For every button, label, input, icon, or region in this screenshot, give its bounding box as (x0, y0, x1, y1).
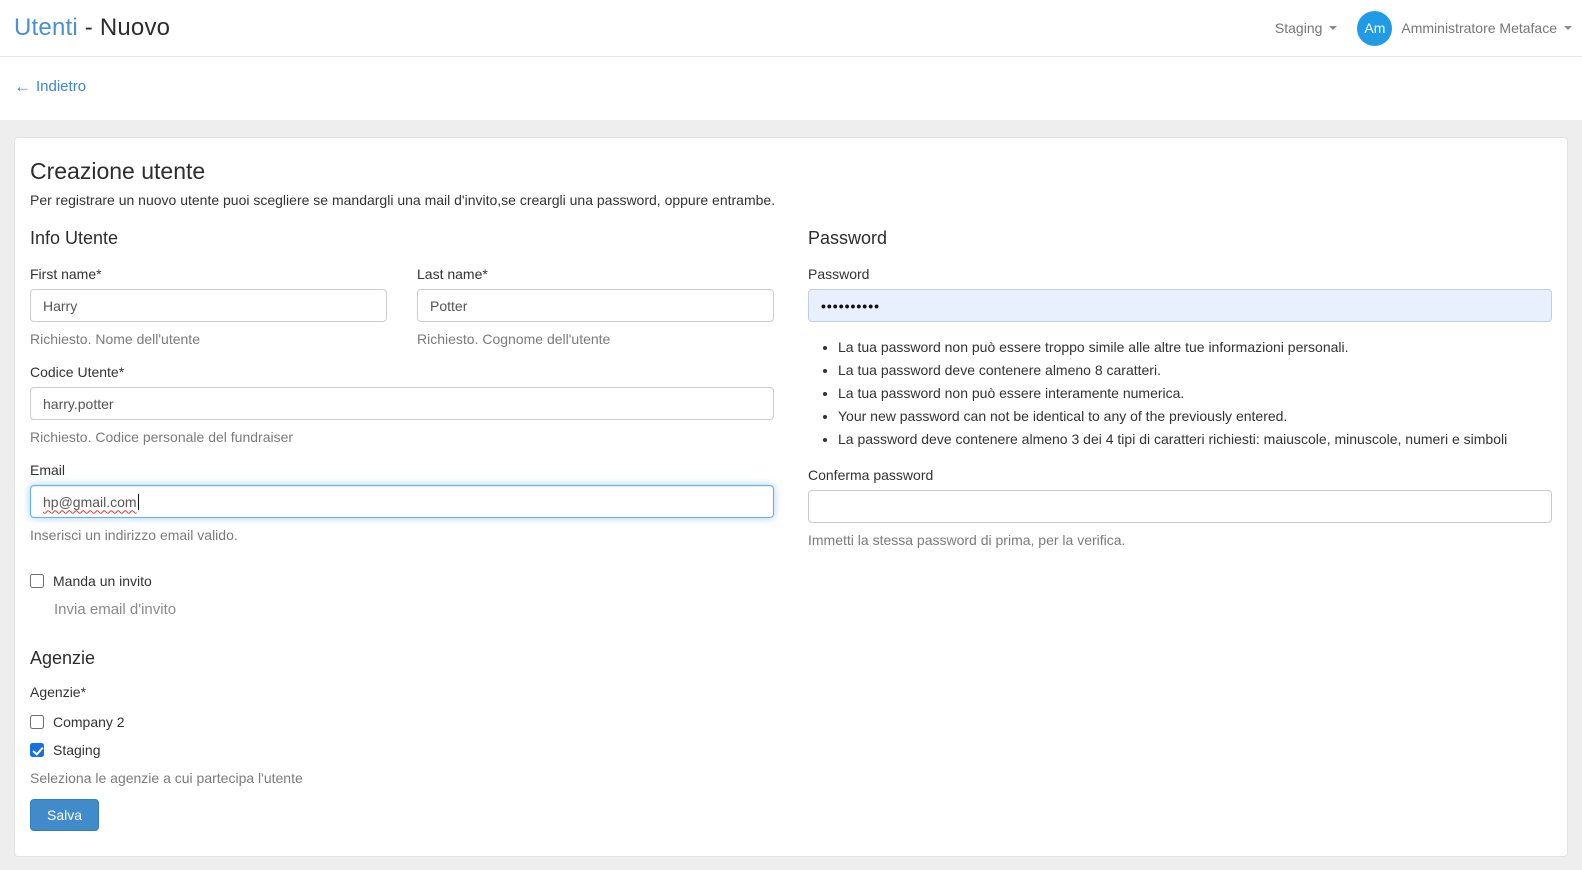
user-name-label: Amministratore Metaface (1401, 20, 1557, 36)
back-link-label: Indietro (36, 78, 86, 95)
page-title-suffix: - Nuovo (78, 14, 170, 41)
page-title: Utenti - Nuovo (14, 16, 170, 40)
agency-checkbox-label-company2: Company 2 (53, 714, 125, 730)
first-name-field[interactable] (30, 289, 387, 322)
agency-checkbox-company2[interactable] (30, 715, 44, 729)
user-code-help: Richiesto. Codice personale del fundrais… (30, 429, 774, 445)
user-code-field[interactable] (30, 387, 774, 420)
first-name-label: First name* (30, 266, 387, 282)
password-rule: La password deve contenere almeno 3 dei … (838, 431, 1552, 447)
agency-dropdown[interactable]: Staging (1275, 20, 1337, 36)
password-rule: Your new password can not be identical t… (838, 408, 1552, 424)
invite-help: Invia email d'invito (54, 601, 774, 618)
back-link[interactable]: ← Indietro (14, 78, 86, 95)
agencies-label: Agenzie* (30, 684, 774, 700)
back-arrow-icon: ← (14, 78, 31, 95)
password-label: Password (808, 266, 1552, 282)
agency-checkbox-row-staging[interactable]: Staging (30, 742, 774, 758)
name-row: First name* Richiesto. Nome dell'utente … (30, 266, 774, 364)
first-name-help: Richiesto. Nome dell'utente (30, 331, 387, 347)
back-bar: ← Indietro (0, 57, 1582, 120)
info-column: Info Utente First name* Richiesto. Nome … (30, 228, 774, 831)
email-field[interactable]: hp@gmail.com (30, 485, 774, 518)
confirm-password-help: Immetti la stessa password di prima, per… (808, 532, 1552, 548)
top-bar: Utenti - Nuovo Staging Am Amministratore… (0, 0, 1582, 57)
user-dropdown-label: Amministratore Metaface (1401, 20, 1572, 36)
card-title: Creazione utente (30, 158, 1552, 185)
confirm-password-field[interactable] (808, 490, 1552, 523)
invite-checkbox-row[interactable]: Manda un invito (30, 573, 774, 589)
email-help: Inserisci un indirizzo email valido. (30, 527, 774, 543)
password-rule: La tua password non può essere troppo si… (838, 339, 1552, 355)
invite-checkbox[interactable] (30, 574, 44, 588)
password-column: Password Password La tua password non pu… (808, 228, 1552, 831)
email-group: Email hp@gmail.com Inserisci un indirizz… (30, 462, 774, 543)
agency-checkbox-row-company2[interactable]: Company 2 (30, 714, 774, 730)
card-subtitle: Per registrare un nuovo utente puoi sceg… (30, 192, 1552, 208)
agencies-help: Seleziona le agenzie a cui partecipa l'u… (30, 770, 774, 786)
agencies-section-heading: Agenzie (30, 648, 774, 669)
email-value: hp@gmail.com (43, 494, 137, 510)
confirm-password-group: Conferma password Immetti la stessa pass… (808, 467, 1552, 548)
password-rules-list: La tua password non può essere troppo si… (808, 339, 1552, 447)
breadcrumb-utenti-link[interactable]: Utenti (14, 14, 78, 41)
agency-dropdown-label: Staging (1275, 20, 1322, 36)
user-code-group: Codice Utente* Richiesto. Codice persona… (30, 364, 774, 445)
agency-checkbox-label-staging: Staging (53, 742, 100, 758)
top-bar-right: Staging Am Amministratore Metaface (1275, 11, 1572, 46)
user-code-label: Codice Utente* (30, 364, 774, 380)
last-name-label: Last name* (417, 266, 774, 282)
agency-checkbox-staging[interactable] (30, 743, 44, 757)
last-name-field[interactable] (417, 289, 774, 322)
main-area: Creazione utente Per registrare un nuovo… (0, 120, 1582, 870)
first-name-group: First name* Richiesto. Nome dell'utente (30, 266, 387, 347)
email-label: Email (30, 462, 774, 478)
password-field[interactable] (808, 289, 1552, 322)
password-rule: La tua password deve contenere almeno 8 … (838, 362, 1552, 378)
avatar[interactable]: Am (1357, 11, 1392, 46)
chevron-down-icon (1329, 26, 1337, 30)
save-button[interactable]: Salva (30, 799, 99, 831)
info-section-heading: Info Utente (30, 228, 774, 249)
form-columns: Info Utente First name* Richiesto. Nome … (30, 228, 1552, 831)
confirm-password-label: Conferma password (808, 467, 1552, 483)
text-cursor (138, 494, 139, 510)
chevron-down-icon (1564, 26, 1572, 30)
invite-block: Manda un invito Invia email d'invito (30, 573, 774, 618)
last-name-group: Last name* Richiesto. Cognome dell'utent… (417, 266, 774, 347)
password-group: Password (808, 266, 1552, 322)
invite-checkbox-label: Manda un invito (53, 573, 152, 589)
user-creation-card: Creazione utente Per registrare un nuovo… (14, 137, 1568, 857)
password-section-heading: Password (808, 228, 1552, 249)
user-dropdown[interactable]: Am Amministratore Metaface (1357, 11, 1572, 46)
last-name-help: Richiesto. Cognome dell'utente (417, 331, 774, 347)
password-rule: La tua password non può essere interamen… (838, 385, 1552, 401)
